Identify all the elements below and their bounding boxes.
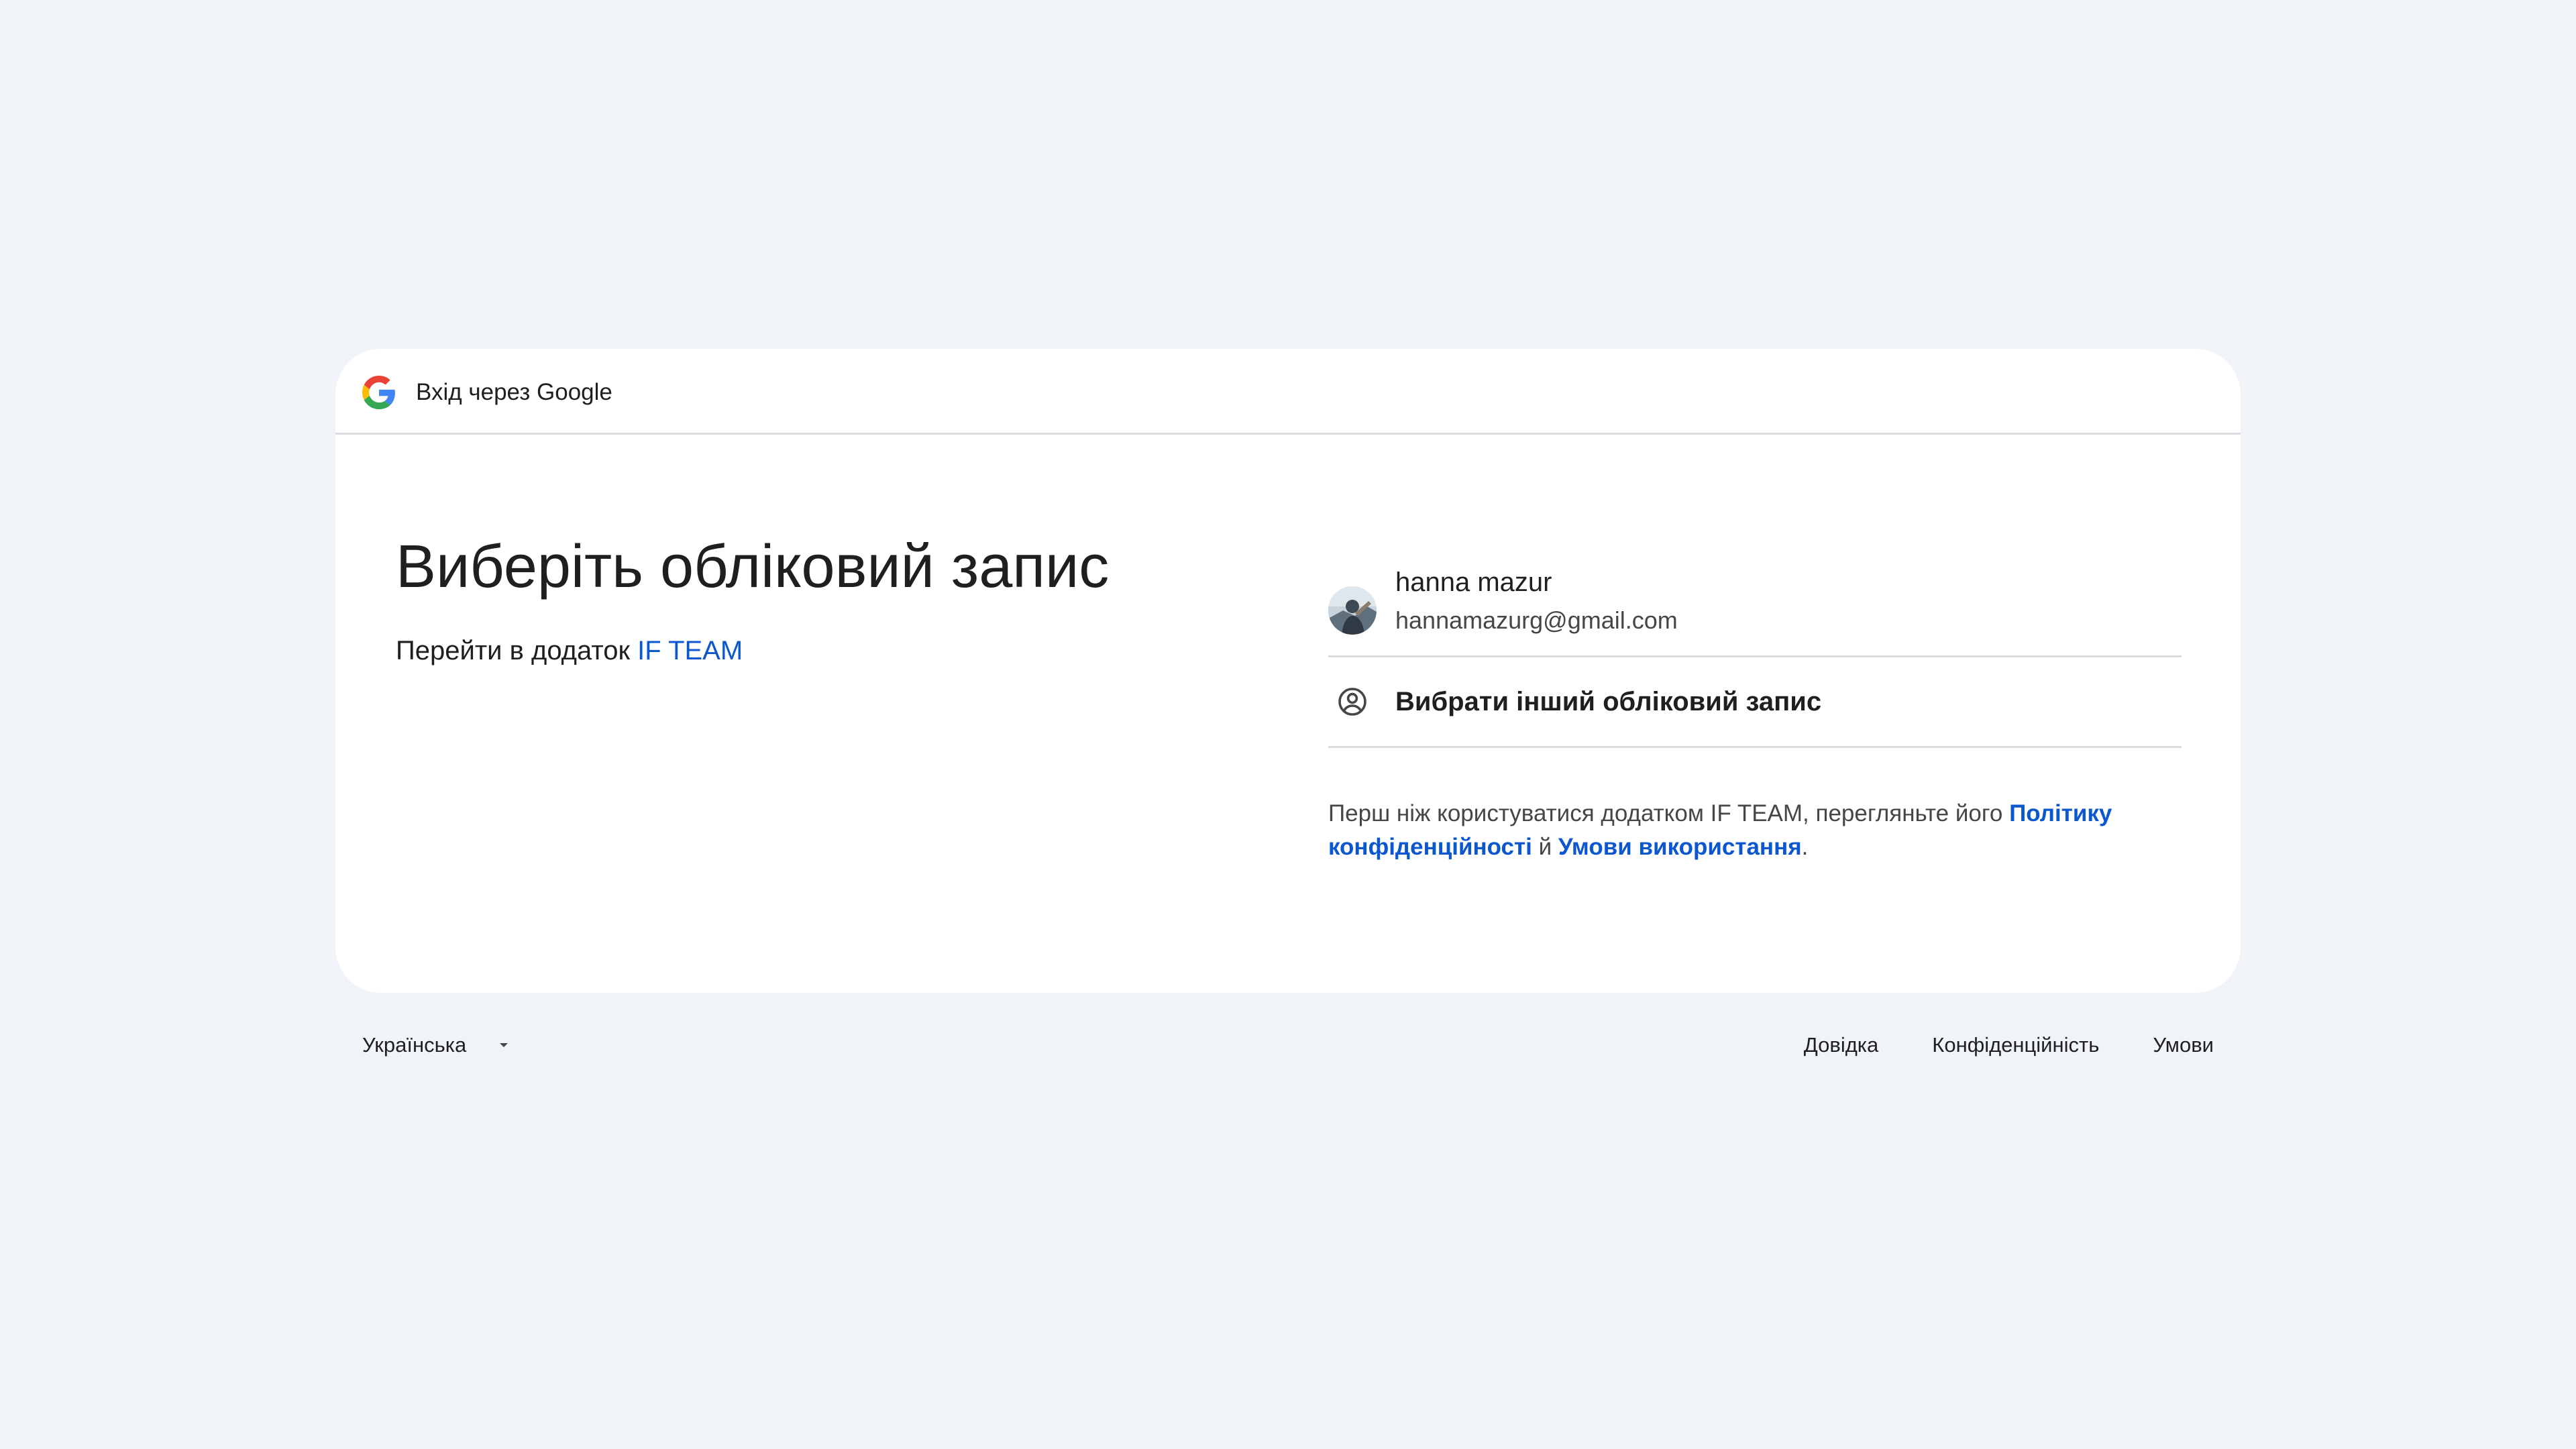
use-another-account-label: Вибрати інший обліковий запис <box>1395 687 1822 716</box>
account-email: hannamazurg@gmail.com <box>1395 606 1678 634</box>
account-circle-icon <box>1338 688 1366 716</box>
app-name-link[interactable]: IF TEAM <box>637 636 743 665</box>
disclaimer-prefix: Перш ніж користуватися додатком IF TEAM,… <box>1328 800 2010 826</box>
footer-links: Довідка Конфіденційність Умови <box>1750 1026 2214 1064</box>
disclaimer-suffix: . <box>1801 834 1809 860</box>
sign-in-card: Вхід через Google Виберіть обліковий зап… <box>335 349 2241 993</box>
footer-privacy-link[interactable]: Конфіденційність <box>1932 1026 2099 1064</box>
disclaimer-text: Перш ніж користуватися додатком IF TEAM,… <box>1328 797 2182 864</box>
footer-help-link[interactable]: Довідка <box>1804 1026 1879 1064</box>
account-chooser: hanna mazur hannamazurg@gmail.com Вибрат… <box>1328 349 2182 993</box>
header-title: Вхід через Google <box>416 379 612 405</box>
subtitle: Перейти в додаток IF TEAM <box>396 631 743 671</box>
footer: Українська Довідка Конфіденційність Умов… <box>335 1026 2241 1064</box>
terms-of-service-link[interactable]: Умови використання <box>1558 834 1802 860</box>
language-label: Українська <box>362 1033 467 1057</box>
footer-terms-link[interactable]: Умови <box>2153 1026 2214 1064</box>
avatar-photo-icon <box>1328 586 1377 635</box>
use-another-account-button[interactable]: Вибрати інший обліковий запис <box>1328 657 2182 748</box>
page-title: Виберіть обліковий запис <box>396 533 1110 600</box>
language-selector[interactable]: Українська <box>362 1026 512 1064</box>
arrow-drop-down-icon <box>500 1043 508 1047</box>
account-item[interactable]: hanna mazur hannamazurg@gmail.com <box>1328 550 2182 657</box>
subtitle-prefix: Перейти в додаток <box>396 636 638 665</box>
disclaimer-conjunction: й <box>1532 834 1558 860</box>
avatar <box>1328 586 1377 635</box>
google-logo-icon <box>362 376 395 409</box>
account-name: hanna mazur <box>1395 568 1552 597</box>
